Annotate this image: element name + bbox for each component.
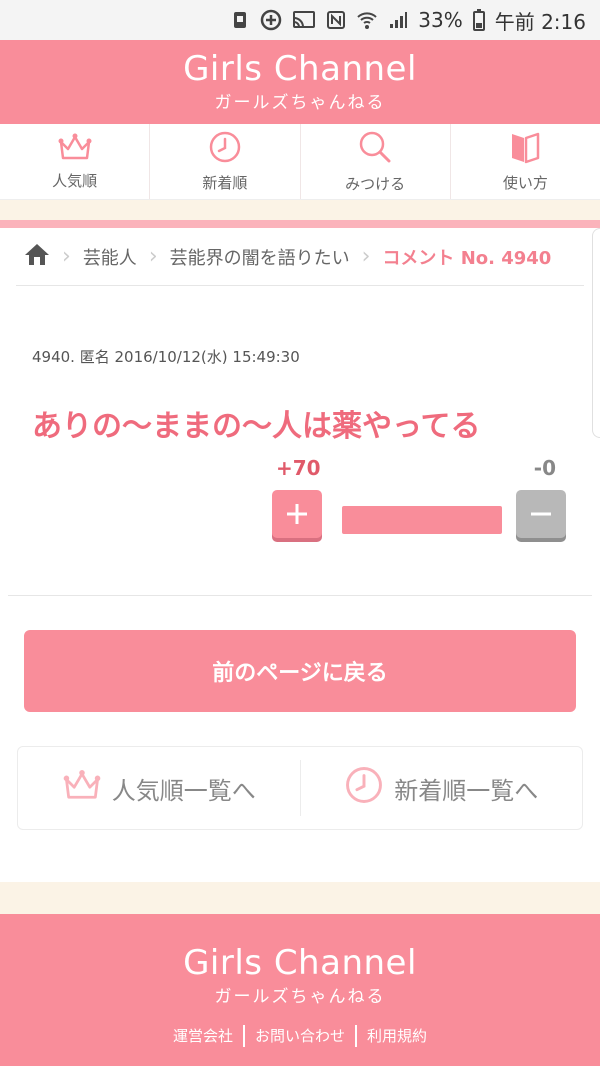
decor-band: [0, 220, 600, 228]
minus-count: -0: [533, 456, 556, 480]
crown-icon: [62, 768, 102, 808]
scroll-edge: [592, 228, 600, 438]
nav-item-find[interactable]: みつける: [301, 124, 451, 199]
footer-links: 運営会社 お問い合わせ 利用規約: [173, 1025, 427, 1047]
clock-icon: [208, 130, 242, 168]
clock-time: 午前 2:16: [494, 9, 586, 34]
breadcrumb-item[interactable]: 芸能界の闇を語りたい: [170, 244, 350, 270]
status-bar: 33% 午前 2:16: [0, 0, 600, 40]
comment: 4940. 匿名 2016/10/12(水) 15:49:30 ありの～ままの～…: [8, 228, 600, 596]
nav-label: 使い方: [502, 174, 548, 192]
data-saver-icon: [260, 9, 282, 31]
list-links: 人気順一覧へ 新着順一覧へ: [17, 746, 583, 830]
footer-link-terms[interactable]: 利用規約: [367, 1025, 427, 1047]
breadcrumb-item[interactable]: 芸能人: [83, 244, 137, 270]
search-icon: [357, 129, 393, 169]
divider: [242, 1025, 245, 1047]
minus-vote-button[interactable]: [516, 490, 566, 538]
minus-icon: [531, 512, 551, 516]
nav-label: 新着順: [202, 174, 248, 192]
nav-item-howto[interactable]: 使い方: [451, 124, 600, 199]
plus-vote-button[interactable]: [272, 490, 322, 538]
crown-icon: [57, 132, 93, 166]
wifi-icon: [356, 10, 378, 30]
breadcrumb-current: コメント No. 4940: [382, 247, 552, 269]
signal-icon: [388, 10, 408, 30]
chevron-right-icon: ›: [361, 244, 371, 269]
nav-label: みつける: [345, 175, 406, 193]
decor-band: [0, 882, 600, 914]
book-icon: [510, 130, 540, 168]
plus-count: +70: [276, 456, 321, 480]
nav-item-new[interactable]: 新着順: [150, 124, 301, 199]
plus-icon: [287, 504, 307, 524]
footer-logo-subtitle: ガールズちゃんねる: [214, 987, 386, 1007]
footer-link-contact[interactable]: お問い合わせ: [255, 1025, 345, 1047]
cast-icon: [292, 10, 316, 30]
list-link-label: 人気順一覧へ: [111, 776, 256, 805]
main-nav: 人気順 新着順 みつける 使い方: [0, 124, 600, 200]
logo-subtitle: ガールズちゃんねる: [214, 92, 386, 113]
site-header[interactable]: Girls Channel ガールズちゃんねる: [0, 40, 600, 124]
vote-ratio-fill: [342, 506, 502, 534]
site-footer: Girls Channel ガールズちゃんねる 運営会社 お問い合わせ 利用規約: [0, 914, 600, 1066]
vote-panel: +70 -0: [272, 456, 566, 546]
comment-meta: 4940. 匿名 2016/10/12(水) 15:49:30: [32, 348, 300, 366]
home-icon[interactable]: [24, 242, 50, 271]
nav-item-popular[interactable]: 人気順: [0, 124, 151, 199]
vote-ratio-bar: [342, 506, 502, 534]
clock-icon: [344, 765, 384, 811]
breadcrumb: › 芸能人 › 芸能界の闇を語りたい › コメント No. 4940: [16, 228, 584, 286]
list-link-label: 新着順一覧へ: [394, 776, 539, 805]
nfc-icon: [326, 10, 346, 30]
back-button[interactable]: 前のページに戻る: [24, 630, 576, 712]
decor-band: [0, 200, 600, 220]
footer-link-company[interactable]: 運営会社: [173, 1025, 233, 1047]
comment-body: ありの～ままの～人は薬やってる: [32, 409, 481, 444]
battery-percent: 33%: [418, 8, 463, 32]
popular-list-link[interactable]: 人気順一覧へ: [18, 760, 301, 816]
chevron-right-icon: ›: [62, 244, 71, 269]
logo-title[interactable]: Girls Channel: [183, 52, 417, 86]
chevron-right-icon: ›: [148, 244, 158, 269]
footer-logo-title[interactable]: Girls Channel: [183, 946, 417, 980]
notification-icon: [230, 10, 250, 30]
nav-label: 人気順: [52, 172, 98, 190]
new-list-link[interactable]: 新着順一覧へ: [301, 760, 583, 816]
divider: [355, 1025, 357, 1047]
battery-icon: [472, 9, 485, 31]
